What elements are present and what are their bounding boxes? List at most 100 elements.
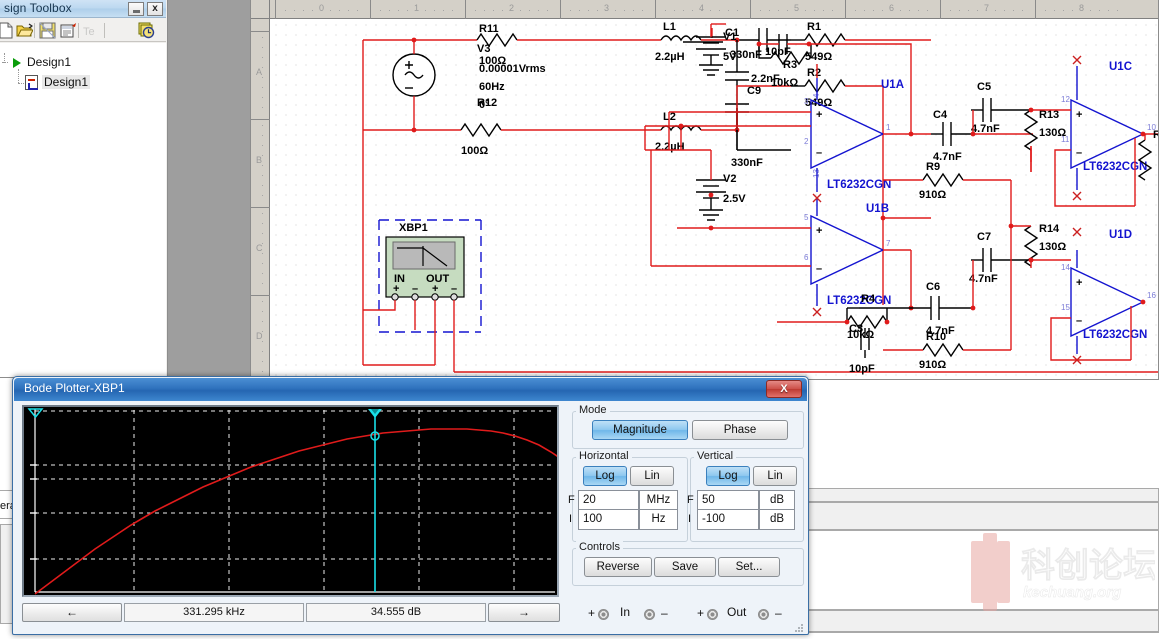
- design-toolbox-toolbar: Te: [0, 19, 166, 42]
- ruler-dot: [1090, 10, 1091, 11]
- vertical-f-unit[interactable]: dB: [759, 490, 795, 511]
- svg-text:+: +: [816, 225, 822, 237]
- ruler-dot: [1108, 10, 1109, 11]
- svg-text:LT6232CGN: LT6232CGN: [1083, 329, 1147, 341]
- set-button[interactable]: Set...: [718, 557, 780, 577]
- svg-text:–: –: [816, 263, 822, 275]
- dialog-title: Bode Plotter-XBP1: [24, 381, 125, 395]
- reverse-button[interactable]: Reverse: [584, 557, 652, 577]
- bode-graph[interactable]: [22, 405, 559, 597]
- background-window-strip-bottom: [805, 610, 1159, 632]
- ruler-dot: [511, 10, 512, 11]
- ruler-tick: [370, 0, 371, 19]
- horizontal-i-unit[interactable]: Hz: [639, 509, 678, 530]
- horizontal-log-button[interactable]: Log: [583, 466, 627, 486]
- in-label: In: [620, 605, 630, 619]
- vertical-i-label: I: [688, 513, 691, 525]
- magnitude-button[interactable]: Magnitude: [592, 420, 688, 440]
- horizontal-i-input[interactable]: 100: [578, 509, 639, 530]
- ruler-dot: [624, 10, 625, 11]
- save-icon[interactable]: [39, 22, 56, 39]
- new-sheet-icon[interactable]: [60, 22, 77, 39]
- svg-text:R13: R13: [1039, 109, 1059, 121]
- in-plus-jack[interactable]: [598, 609, 609, 620]
- ruler-tick: [251, 31, 270, 32]
- out-plus-label: +: [697, 606, 704, 620]
- ruler-label: 7: [984, 3, 989, 13]
- phase-button[interactable]: Phase: [692, 420, 788, 440]
- ruler-label: 0: [319, 3, 324, 13]
- close-icon[interactable]: X: [766, 380, 802, 398]
- svg-text:910Ω: 910Ω: [919, 359, 946, 371]
- close-icon[interactable]: x: [147, 2, 163, 16]
- ruler-dot: [434, 10, 435, 11]
- ruler-dot: [529, 10, 530, 11]
- vertical-i-unit[interactable]: dB: [759, 509, 795, 530]
- horizontal-lin-button[interactable]: Lin: [630, 466, 674, 486]
- svg-text:+: +: [1076, 109, 1082, 121]
- resize-grip[interactable]: [793, 621, 805, 633]
- tree-item-sheet[interactable]: Design1: [0, 73, 166, 93]
- ruler-dot: [823, 10, 824, 11]
- cursor-forward-button[interactable]: →: [488, 603, 560, 622]
- ruler-dot: [579, 10, 580, 11]
- ruler-dot: [873, 10, 874, 11]
- ruler-dot: [701, 10, 702, 11]
- ruler-dot: [262, 351, 263, 352]
- vertical-log-button[interactable]: Log: [706, 466, 750, 486]
- svg-text:–: –: [1076, 315, 1082, 327]
- new-icon[interactable]: [0, 22, 15, 39]
- svg-text:R3: R3: [783, 59, 797, 71]
- watermark: 科创论坛 kechuang.org: [965, 533, 1155, 613]
- minimize-button[interactable]: [128, 2, 144, 16]
- svg-text:–: –: [816, 147, 822, 159]
- svg-text:14: 14: [1061, 263, 1070, 272]
- svg-text:+: +: [432, 283, 438, 295]
- green-play-icon[interactable]: [13, 58, 21, 68]
- ruler-dot: [959, 10, 960, 11]
- ruler-dot: [312, 10, 313, 11]
- svg-text:1: 1: [886, 123, 891, 132]
- ruler-dot: [683, 10, 684, 11]
- ruler-dot: [615, 10, 616, 11]
- vertical-f-input[interactable]: 50: [697, 490, 759, 511]
- ruler-dot: [262, 67, 263, 68]
- ruler-dot: [398, 10, 399, 11]
- ruler-tick: [655, 0, 656, 19]
- svg-text:130Ω: 130Ω: [1039, 241, 1066, 253]
- bode-plotter-titlebar[interactable]: Bode Plotter-XBP1 X: [14, 378, 807, 401]
- ruler-dot: [475, 10, 476, 11]
- ruler-label: 2: [509, 3, 514, 13]
- ruler-corner: [251, 0, 270, 19]
- vertical-i-input[interactable]: -100: [697, 509, 759, 530]
- svg-text:C5: C5: [977, 81, 991, 93]
- tree-item-root[interactable]: Design1: [0, 53, 166, 73]
- ruler-dot: [262, 135, 263, 136]
- ruler-dot: [692, 10, 693, 11]
- ruler-label: 4: [699, 3, 704, 13]
- history-icon[interactable]: [138, 22, 155, 39]
- ruler-dot: [452, 10, 453, 11]
- svg-text:+: +: [816, 109, 822, 121]
- text-icon: Te: [82, 22, 99, 39]
- vertical-lin-button[interactable]: Lin: [753, 466, 797, 486]
- schematic-canvas[interactable]: .w{stroke:#e01b1b;stroke-width:1.4;fill:…: [271, 20, 1158, 379]
- design-toolbox-title: sign Toolbox: [4, 1, 72, 15]
- ruler-dot: [262, 47, 263, 48]
- out-plus-jack[interactable]: [707, 609, 718, 620]
- svg-text:3: 3: [804, 97, 809, 106]
- open-icon[interactable]: [16, 22, 33, 39]
- out-minus-jack[interactable]: [758, 609, 769, 620]
- svg-text:XBP1: XBP1: [399, 222, 428, 234]
- cursor-back-button[interactable]: ←: [22, 603, 122, 622]
- horizontal-f-input[interactable]: 20: [578, 490, 639, 511]
- svg-text:–: –: [412, 283, 418, 295]
- save-button[interactable]: Save: [654, 557, 716, 577]
- ruler-dot: [262, 57, 263, 58]
- ruler-label: C: [256, 243, 263, 253]
- in-minus-jack[interactable]: [644, 609, 655, 620]
- mode-group-label: Mode: [576, 404, 610, 416]
- horizontal-f-unit[interactable]: MHz: [639, 490, 678, 511]
- ruler-dot: [1099, 10, 1100, 11]
- ruler-dot: [348, 10, 349, 11]
